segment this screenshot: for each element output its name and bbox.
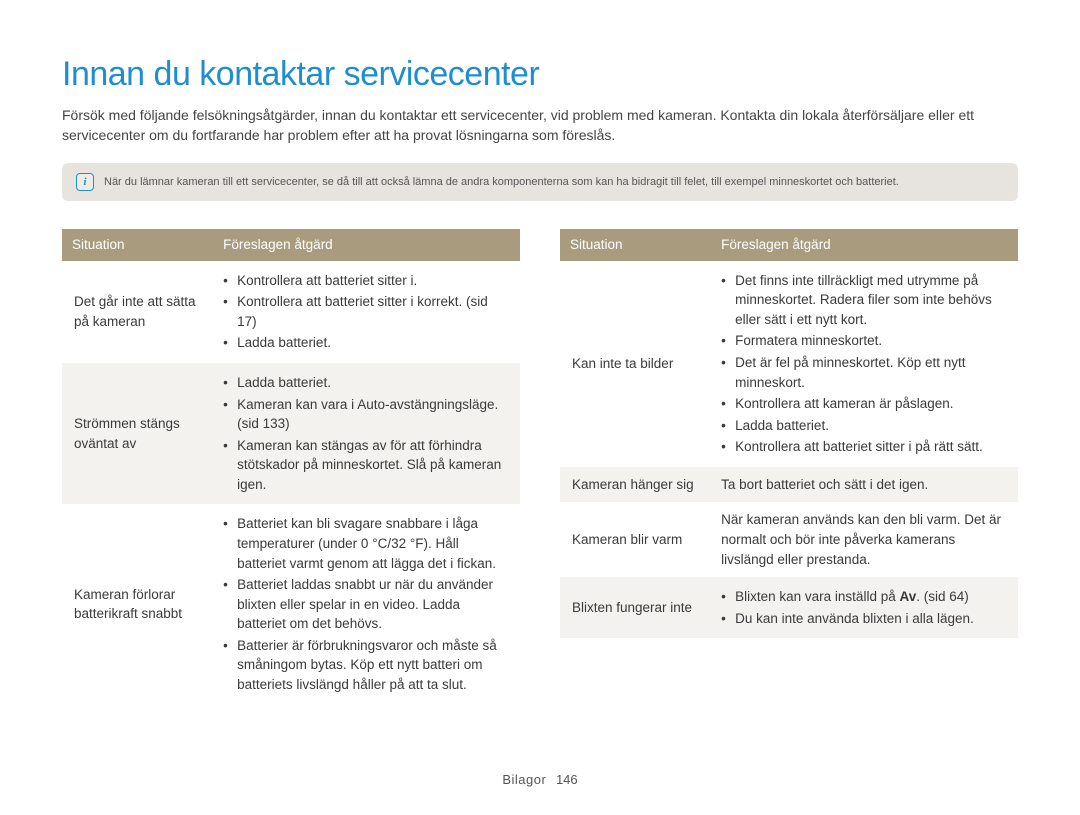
list-item: Ladda batteriet. [223, 373, 510, 393]
table-row: Kameran blir varmNär kameran används kan… [560, 502, 1018, 577]
troubleshoot-table-left: Situation Föreslagen åtgärd Det går inte… [62, 229, 520, 704]
list-item: Batteriet laddas snabbt ur när du använd… [223, 575, 510, 634]
list-item: Batterier är förbrukningsvaror och måste… [223, 636, 510, 695]
action-list: Batteriet kan bli svagare snabbare i låg… [223, 514, 510, 694]
list-item: Formatera minneskortet. [721, 331, 1008, 351]
left-column: Situation Föreslagen åtgärd Det går inte… [62, 229, 520, 704]
list-item: Ladda batteriet. [223, 333, 510, 353]
note-box: i När du lämnar kameran till ett service… [62, 163, 1018, 201]
situation-cell: Det går inte att sätta på kameran [62, 261, 213, 363]
th-action: Föreslagen åtgärd [213, 229, 520, 261]
list-item: Det är fel på minneskortet. Köp ett nytt… [721, 353, 1008, 392]
situation-cell: Kameran blir varm [560, 502, 711, 577]
action-cell: När kameran används kan den bli varm. De… [711, 502, 1018, 577]
table-row: Strömmen stängs oväntat avLadda batterie… [62, 363, 520, 504]
list-item: Blixten kan vara inställd på Av. (sid 64… [721, 587, 1008, 607]
list-item: Ladda batteriet. [721, 416, 1008, 436]
intro-paragraph: Försök med följande felsökningsåtgärder,… [62, 106, 1018, 145]
footer-section-label: Bilagor [502, 772, 546, 787]
list-item: Du kan inte använda blixten i alla lägen… [721, 609, 1008, 629]
action-cell: Kontrollera att batteriet sitter i.Kontr… [213, 261, 520, 363]
action-list: Kontrollera att batteriet sitter i.Kontr… [223, 271, 510, 353]
situation-cell: Kameran hänger sig [560, 467, 711, 503]
table-row: Kan inte ta bilderDet finns inte tillräc… [560, 261, 1018, 467]
action-cell: Batteriet kan bli svagare snabbare i låg… [213, 504, 520, 704]
list-item: Kontrollera att batteriet sitter i på rä… [721, 437, 1008, 457]
situation-cell: Blixten fungerar inte [560, 577, 711, 638]
situation-cell: Kan inte ta bilder [560, 261, 711, 467]
content-columns: Situation Föreslagen åtgärd Det går inte… [62, 229, 1018, 704]
list-item: Kontrollera att batteriet sitter i. [223, 271, 510, 291]
list-item: Kameran kan stängas av för att förhindra… [223, 436, 510, 495]
list-item: Det finns inte tillräckligt med utrymme … [721, 271, 1008, 330]
page-title: Innan du kontaktar servicecenter [62, 55, 1018, 94]
situation-cell: Kameran förlorar batterikraft snabbt [62, 504, 213, 704]
action-list: Blixten kan vara inställd på Av. (sid 64… [721, 587, 1008, 628]
table-row: Kameran förlorar batterikraft snabbtBatt… [62, 504, 520, 704]
troubleshoot-table-right: Situation Föreslagen åtgärd Kan inte ta … [560, 229, 1018, 638]
list-item: Kameran kan vara i Auto-avstängningsläge… [223, 395, 510, 434]
list-item: Kontrollera att batteriet sitter i korre… [223, 292, 510, 331]
list-item: Batteriet kan bli svagare snabbare i låg… [223, 514, 510, 573]
action-cell: Ladda batteriet.Kameran kan vara i Auto-… [213, 363, 520, 504]
action-list: Det finns inte tillräckligt med utrymme … [721, 271, 1008, 457]
situation-cell: Strömmen stängs oväntat av [62, 363, 213, 504]
table-row: Det går inte att sätta på kameranKontrol… [62, 261, 520, 363]
note-text: När du lämnar kameran till ett servicece… [104, 175, 899, 189]
table-row: Kameran hänger sigTa bort batteriet och … [560, 467, 1018, 503]
th-action: Föreslagen åtgärd [711, 229, 1018, 261]
th-situation: Situation [560, 229, 711, 261]
action-cell: Ta bort batteriet och sätt i det igen. [711, 467, 1018, 503]
action-list: Ladda batteriet.Kameran kan vara i Auto-… [223, 373, 510, 494]
right-column: Situation Föreslagen åtgärd Kan inte ta … [560, 229, 1018, 704]
action-cell: Det finns inte tillräckligt med utrymme … [711, 261, 1018, 467]
action-cell: Blixten kan vara inställd på Av. (sid 64… [711, 577, 1018, 638]
note-icon: i [76, 173, 94, 191]
list-item: Kontrollera att kameran är påslagen. [721, 394, 1008, 414]
table-row: Blixten fungerar inte Blixten kan vara in… [560, 577, 1018, 638]
footer-page-number: 146 [556, 772, 578, 787]
th-situation: Situation [62, 229, 213, 261]
page-footer: Bilagor 146 [0, 772, 1080, 787]
